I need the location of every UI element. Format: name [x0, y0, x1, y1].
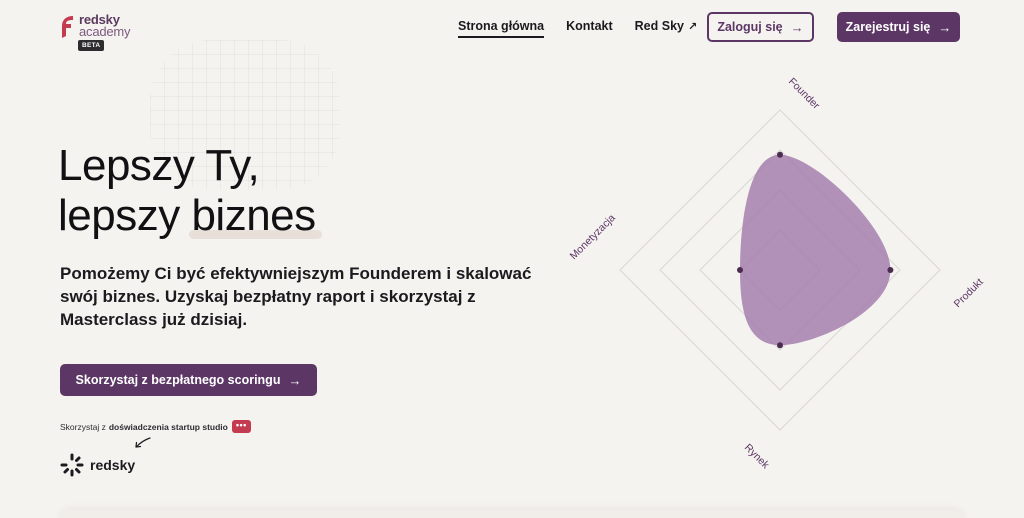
radar-label-monetyzacja: Monetyzacja [568, 212, 618, 262]
register-button-label: Zarejestruj się [845, 20, 931, 34]
hero-title-line2: lepszy biznes [58, 191, 322, 241]
hero-title-highlight-word: biznes [191, 191, 316, 240]
more-dots-badge[interactable]: ••• [231, 420, 251, 433]
hand-drawn-arrow-icon [135, 437, 151, 448]
radar-label-rynek: Rynek [742, 442, 772, 472]
hero-title: Lepszy Ty, lepszy biznes [58, 141, 322, 241]
hero-lead: Pomożemy Ci być efektywniejszym Foundere… [60, 264, 532, 329]
radar-area [740, 154, 891, 346]
free-scoring-button[interactable]: Skorzystaj z bezpłatnego scoringu → [60, 364, 317, 396]
radar-point-monetyzacja [737, 267, 743, 273]
login-button[interactable]: Zaloguj się → [707, 12, 814, 42]
nav-item-label: Red Sky [634, 19, 684, 33]
hero-title-line1: Lepszy Ty, [58, 141, 260, 190]
register-button[interactable]: Zarejestruj się → [837, 12, 960, 42]
redsky-sun-icon [60, 453, 84, 477]
nav-item-label: Strona główna [458, 19, 545, 33]
radar-point-rynek [777, 342, 783, 349]
redsky-partner-logo[interactable]: redsky [60, 453, 135, 477]
main-nav: Strona główna Kontakt Red Sky ↗ [458, 19, 719, 38]
logo-wordmark: redsky academy [79, 13, 131, 39]
logo-line2: academy [79, 24, 131, 39]
beta-badge: BETA [78, 40, 105, 51]
nav-item-home[interactable]: Strona główna [458, 19, 545, 38]
radar-label-produkt: Produkt [952, 276, 986, 310]
radar-label-founder: Founder [786, 76, 822, 112]
radar-point-produkt [887, 267, 894, 273]
login-button-label: Zaloguj się [717, 20, 783, 34]
redsky-academy-logo[interactable]: redsky academy [60, 13, 131, 40]
note-prefix: Skorzystaj z [60, 421, 106, 432]
radar-point-founder [777, 151, 783, 158]
redsky-logo-mark-icon [62, 16, 73, 38]
nav-item-contact[interactable]: Kontakt [566, 19, 613, 33]
external-arrow-icon: ↗ [688, 20, 698, 33]
hero-title-word: lepszy [58, 191, 180, 240]
founder-radar-chart: Founder Produkt Rynek Monetyzacja [568, 76, 986, 472]
arrow-right-icon: → [938, 19, 952, 35]
arrow-right-icon: → [288, 372, 302, 388]
partner-name: redsky [90, 457, 136, 473]
next-section-card [60, 510, 964, 518]
hero-title-highlight: biznes [189, 191, 322, 241]
startup-studio-note: Skorzystaj z doświadczenia startup studi… [60, 420, 251, 433]
nav-item-label: Kontakt [566, 19, 613, 33]
nav-item-red-sky[interactable]: Red Sky ↗ [635, 19, 698, 33]
arrow-right-icon: → [790, 19, 804, 35]
free-scoring-button-label: Skorzystaj z bezpłatnego scoringu [75, 373, 281, 387]
note-bold: doświadczenia startup studio [108, 421, 228, 432]
